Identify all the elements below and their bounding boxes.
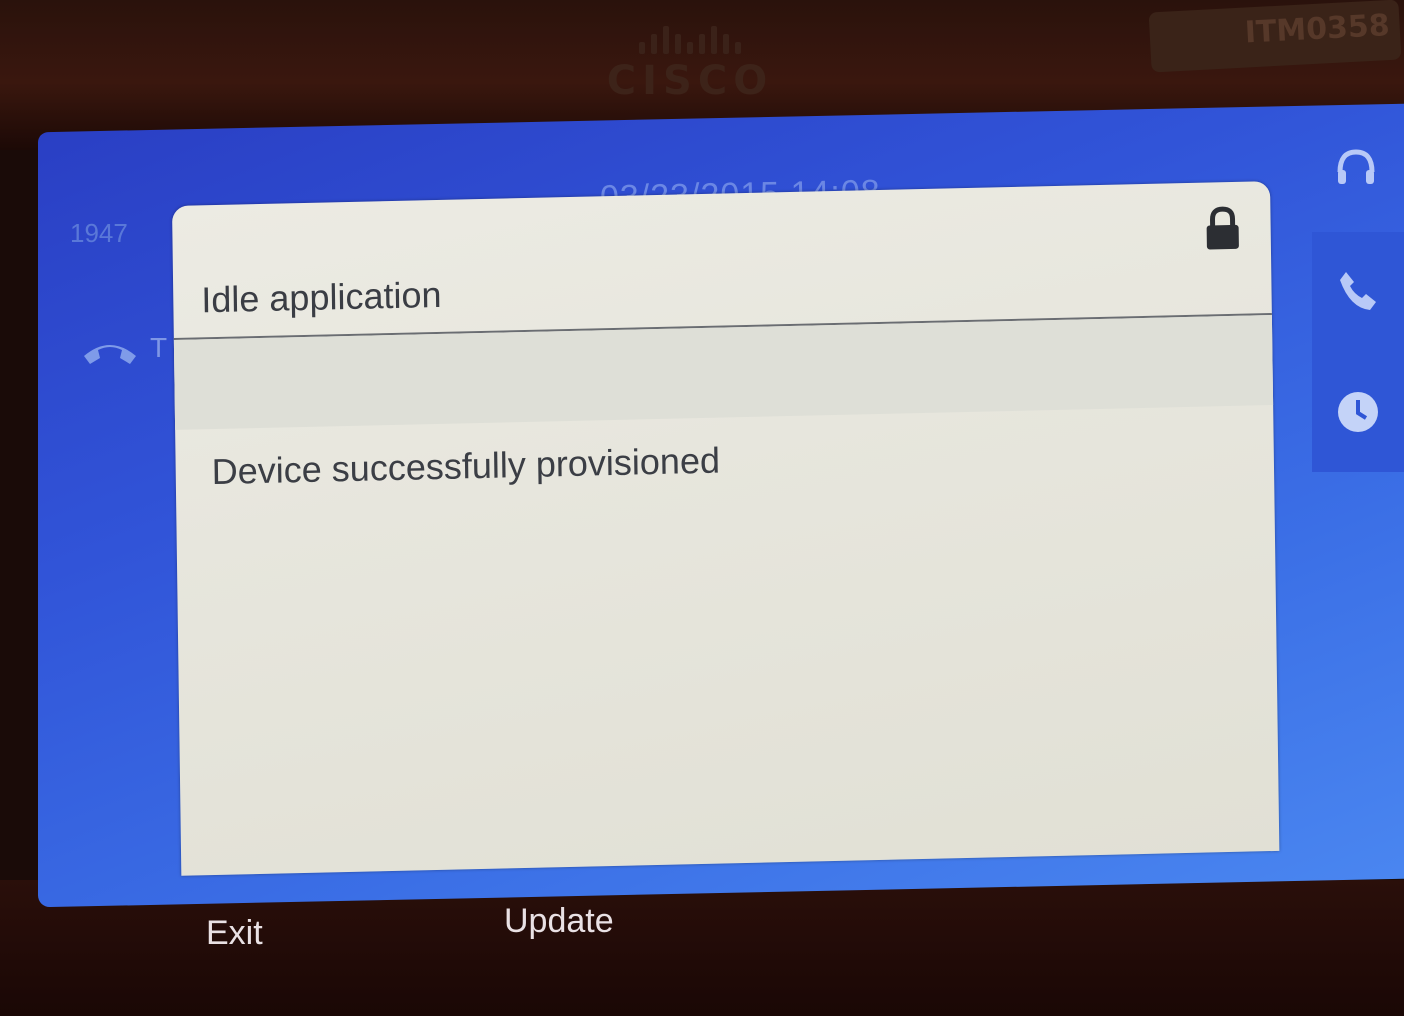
asset-tag-label: ITM0358 [1148,0,1402,73]
cisco-logo-bars [560,26,820,54]
lock-icon [1202,206,1243,253]
exit-button[interactable]: Exit [206,914,263,953]
phone-icon[interactable] [1330,262,1386,318]
dialog-message: Device successfully provisioned [211,439,721,493]
line-number: 1947 [70,218,128,248]
cisco-logo: CISCO [560,20,820,104]
clock-icon[interactable] [1330,384,1386,440]
cisco-logo-text: CISCO [606,58,774,104]
dialog-title: Idle application [201,273,442,321]
line-label[interactable]: T [150,332,167,364]
headset-icon[interactable] [1328,140,1384,196]
dialog-header: Idle application [172,181,1272,340]
handset-icon[interactable] [80,330,160,390]
update-button[interactable]: Update [504,902,614,941]
dialog-box: Idle application Device successfully pro… [172,181,1280,876]
